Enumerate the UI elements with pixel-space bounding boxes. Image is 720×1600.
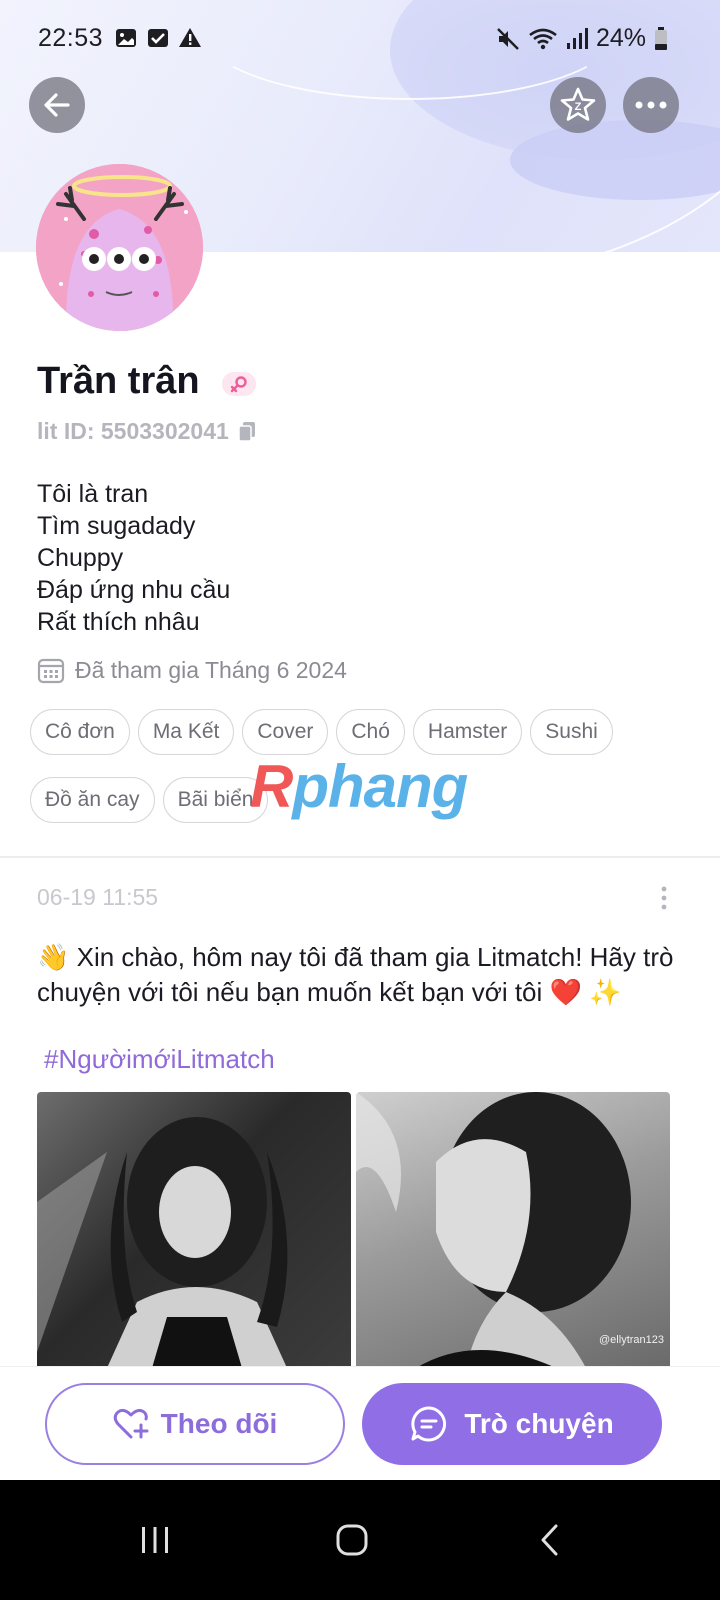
bio-line: Đáp ứng nhu cầu	[37, 576, 231, 604]
back-button[interactable]	[29, 77, 85, 133]
bio-line: Rất thích nhâu	[37, 608, 200, 636]
post-photo[interactable]	[37, 1092, 351, 1368]
photo-watermark: @ellytran123	[599, 1334, 664, 1346]
female-icon	[230, 376, 247, 393]
warning-icon	[179, 28, 201, 47]
portrait-photo-image	[356, 1092, 631, 1368]
battery-icon	[655, 26, 667, 50]
monster-avatar-image	[36, 164, 203, 331]
interest-tag[interactable]: Đồ ăn cay	[30, 777, 155, 823]
signal-icon	[566, 27, 588, 49]
interest-tag[interactable]: Cover	[242, 709, 329, 755]
back-nav-button[interactable]	[520, 1510, 580, 1570]
interest-tag[interactable]: Chó	[336, 709, 405, 755]
post-hashtag[interactable]: #NgườimớiLitmatch	[44, 1044, 275, 1075]
chat-label: Trò chuyện	[464, 1408, 614, 1439]
profile-name: Trần trân	[37, 360, 200, 402]
lit-id-text: lit ID: 5503302041	[37, 418, 229, 444]
post-more-icon[interactable]	[652, 885, 676, 911]
status-time: 22:53	[38, 24, 104, 52]
battery-percent: 24%	[595, 24, 646, 52]
more-horizontal-icon	[635, 101, 667, 109]
profile-action-bar: Theo dõi Trò chuyện	[0, 1366, 720, 1480]
bio-line: Tôi là tran	[37, 480, 149, 508]
heart-plus-icon	[113, 1408, 149, 1439]
portrait-photo-image	[37, 1117, 288, 1368]
post-timestamp: 06-19 11:55	[37, 884, 159, 910]
copy-icon[interactable]	[237, 421, 257, 443]
joined-text: Đã tham gia Tháng 6 2024	[75, 656, 347, 683]
favorite-button[interactable]: Z	[550, 77, 606, 133]
gender-badge	[222, 372, 256, 396]
interest-tag[interactable]: Ma Kết	[137, 709, 235, 755]
bio-line: Tìm sugadady	[37, 512, 196, 540]
star-icon: Z	[560, 87, 596, 121]
chat-button[interactable]: Trò chuyện	[362, 1383, 662, 1465]
status-bar: 22:53 24%	[0, 18, 720, 58]
avatar[interactable]	[36, 164, 203, 331]
post-photo[interactable]: @ellytran123	[356, 1092, 670, 1368]
interest-tag[interactable]: Sushi	[530, 709, 613, 755]
check-notification-icon	[148, 29, 168, 47]
bio-line: Chuppy	[37, 544, 124, 572]
profile-bio: Tôi là tran Tìm sugadady Chuppy Đáp ứng …	[37, 478, 230, 638]
follow-label: Theo dõi	[160, 1408, 278, 1439]
gallery-notification-icon	[116, 29, 136, 47]
lit-id: lit ID: 5503302041	[37, 418, 257, 445]
post-text: 👋 Xin chào, hôm nay tôi đã tham gia Litm…	[37, 942, 674, 1007]
follow-button[interactable]: Theo dõi	[45, 1383, 345, 1465]
home-button[interactable]	[322, 1510, 382, 1570]
chevron-left-icon	[541, 1524, 558, 1556]
recent-apps-button[interactable]	[125, 1510, 185, 1570]
more-options-button[interactable]	[623, 77, 679, 133]
mute-icon	[497, 27, 519, 50]
recent-apps-icon	[142, 1527, 168, 1553]
interest-tag[interactable]: Hamster	[412, 709, 523, 755]
arrow-left-icon	[44, 93, 70, 117]
home-icon	[336, 1524, 368, 1556]
svg-text:Z: Z	[575, 101, 582, 113]
site-watermark: Rphang	[250, 753, 468, 820]
joined-date: Đã tham gia Tháng 6 2024	[37, 656, 347, 684]
interest-tag[interactable]: Cô đơn	[30, 709, 130, 755]
chat-bubble-icon	[411, 1406, 447, 1442]
section-divider	[0, 856, 720, 858]
calendar-icon	[37, 658, 65, 684]
system-navigation-bar	[0, 1480, 720, 1600]
wifi-icon	[529, 28, 557, 49]
